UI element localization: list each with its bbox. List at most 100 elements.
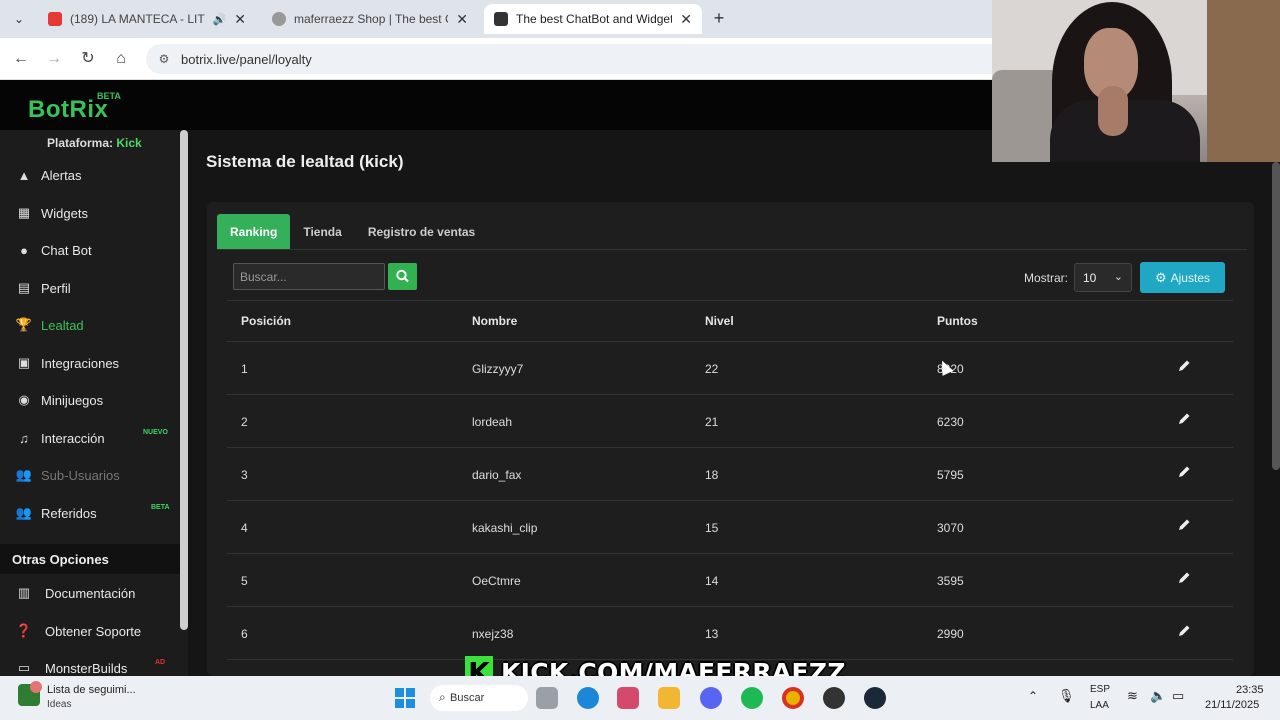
edit-pencil-icon[interactable] — [1177, 624, 1191, 638]
settings-button[interactable]: ⚙ Ajustes — [1140, 262, 1225, 293]
grid-icon: ▦ — [17, 205, 31, 220]
tab-search-chevron-icon[interactable]: ⌄ — [8, 8, 30, 30]
tab-tienda[interactable]: Tienda — [290, 214, 354, 249]
clock-time[interactable]: 23:35 — [1236, 684, 1264, 696]
volume-icon[interactable]: 🔈 — [1150, 688, 1166, 704]
sidebar-section-title: Otras Opciones — [0, 544, 180, 574]
widget-title[interactable]: Lista de seguimi... — [47, 684, 136, 696]
spotify-icon[interactable] — [741, 687, 763, 709]
task-view-icon[interactable] — [536, 687, 558, 709]
sidebar-item-label: Minijuegos — [41, 392, 104, 408]
edit-pencil-icon[interactable] — [1177, 571, 1191, 585]
table-row: 2 lordeah 21 6230 — [227, 394, 1233, 447]
cell-position: 1 — [241, 362, 248, 376]
botrix-icon — [494, 12, 508, 26]
new-tab-icon[interactable]: + — [708, 8, 730, 29]
sidebar-item-label: Integraciones — [41, 355, 120, 371]
logo-beta-badge: BETA — [97, 91, 121, 101]
speaker-icon[interactable]: 🔊 — [213, 13, 227, 26]
sidebar-item-widgets[interactable]: ▦ Widgets — [0, 196, 180, 230]
chrome-icon[interactable] — [782, 687, 804, 709]
users-icon: 👥 — [15, 467, 33, 482]
sidebar-item-sub-usuarios[interactable]: 👥 Sub-Usuarios — [0, 458, 180, 492]
table-row: 6 nxejz38 13 2990 — [227, 606, 1233, 659]
forward-icon[interactable]: → — [43, 48, 65, 70]
column-header-position[interactable]: Posición — [241, 314, 291, 328]
windows-start-icon[interactable] — [395, 688, 415, 708]
show-label: Mostrar: — [1024, 271, 1069, 285]
page-size-select[interactable]: 10 ⌄ — [1074, 263, 1132, 292]
battery-icon[interactable]: ▭ — [1172, 688, 1184, 704]
sidebar-scrollbar[interactable] — [180, 130, 188, 630]
sidebar-item-label: Documentación — [45, 585, 136, 601]
sidebar-item-documentacion[interactable]: ▥ Documentación — [0, 576, 180, 610]
cell-name: Glizzyyy7 — [472, 362, 524, 376]
page-scrollbar[interactable] — [1272, 162, 1280, 470]
platform-label: Plataforma: — [47, 136, 114, 150]
tab-registro-ventas[interactable]: Registro de ventas — [355, 214, 488, 249]
edit-pencil-icon[interactable] — [1177, 359, 1191, 373]
store-icon[interactable] — [617, 687, 639, 709]
tabs-divider — [217, 249, 1247, 250]
close-tab-icon[interactable]: ✕ — [234, 11, 246, 28]
site-info-icon[interactable]: ⚙ — [156, 51, 172, 67]
tray-chevron-up-icon[interactable]: ⌃ — [1028, 689, 1038, 703]
table-row: 5 OeCtmre 14 3595 — [227, 553, 1233, 606]
sidebar-item-perfil[interactable]: ▤ Perfil — [0, 271, 180, 305]
gamepad-icon: ◉ — [18, 392, 30, 407]
obs-icon[interactable] — [823, 687, 845, 709]
home-icon[interactable]: ⌂ — [110, 48, 132, 70]
sidebar-item-minijuegos[interactable]: ◉ Minijuegos — [0, 383, 180, 417]
tab-ranking[interactable]: Ranking — [217, 214, 291, 249]
cell-name: nxejz38 — [472, 627, 514, 641]
monitor-icon: ▭ — [17, 660, 31, 675]
sidebar-item-soporte[interactable]: ❓ Obtener Soporte — [0, 614, 180, 648]
file-explorer-icon[interactable] — [658, 687, 680, 709]
edit-pencil-icon[interactable] — [1177, 412, 1191, 426]
microphone-icon[interactable]: 🎙 — [1058, 688, 1075, 704]
language-top[interactable]: ESP — [1090, 684, 1110, 695]
edge-icon[interactable] — [577, 687, 599, 709]
steam-icon[interactable] — [864, 687, 886, 709]
url-text[interactable]: botrix.live/panel/loyalty — [181, 52, 312, 67]
wifi-icon[interactable]: ≋ — [1127, 688, 1138, 704]
browser-tab-youtube[interactable]: (189) LA MANTECA - LIT KI 🔊 ✕ — [38, 4, 256, 34]
sidebar-item-chat-bot[interactable]: ● Chat Bot — [0, 233, 180, 267]
sidebar-item-label: Interacción — [41, 430, 105, 446]
cell-position: 4 — [241, 521, 248, 535]
search-button[interactable] — [388, 263, 417, 290]
webcam-overlay — [992, 0, 1280, 162]
cell-level: 14 — [705, 574, 719, 588]
sidebar-item-label: Sub-Usuarios — [41, 467, 120, 483]
edit-pencil-icon[interactable] — [1177, 518, 1191, 532]
browser-tab-botrix[interactable]: The best ChatBot and Widgets ✕ — [484, 4, 702, 34]
address-bar[interactable]: ⚙ botrix.live/panel/loyalty — [146, 44, 1046, 74]
cell-name: lordeah — [472, 415, 513, 429]
close-tab-icon[interactable]: ✕ — [680, 11, 692, 28]
browser-tab-shop[interactable]: maferraezz Shop | The best Cha ✕ — [262, 4, 478, 34]
back-icon[interactable]: ← — [10, 48, 32, 70]
language-bottom[interactable]: LAA — [1090, 700, 1109, 711]
reload-icon[interactable]: ↻ — [77, 48, 99, 70]
page-title: Sistema de lealtad (kick) — [206, 152, 404, 171]
sidebar-item-integraciones[interactable]: ▣ Integraciones — [0, 346, 180, 380]
column-header-points[interactable]: Puntos — [937, 314, 978, 328]
search-input[interactable] — [233, 263, 385, 290]
music-icon: ♫ — [19, 430, 29, 446]
sidebar-item-lealtad[interactable]: 🏆 Lealtad — [0, 308, 180, 342]
clock-date[interactable]: 21/11/2025 — [1205, 699, 1259, 711]
search-icon: ⌕ — [439, 690, 446, 704]
taskbar-search[interactable]: ⌕ Buscar — [430, 685, 528, 711]
platform-indicator: Plataforma: Kick — [47, 136, 142, 150]
edit-pencil-icon[interactable] — [1177, 465, 1191, 479]
cell-points: 6230 — [937, 415, 964, 429]
webcam-door — [1207, 0, 1280, 162]
discord-icon[interactable] — [700, 687, 722, 709]
column-header-name[interactable]: Nombre — [472, 314, 517, 328]
sidebar-item-referidos[interactable]: 👥 Referidos — [0, 496, 180, 530]
column-header-level[interactable]: Nivel — [705, 314, 734, 328]
close-tab-icon[interactable]: ✕ — [456, 11, 468, 28]
sidebar-item-interaccion[interactable]: ♫ Interacción — [0, 421, 180, 455]
sidebar-item-label: MonsterBuilds — [45, 660, 128, 676]
sidebar-item-alertas[interactable]: ▲ Alertas — [0, 158, 180, 192]
